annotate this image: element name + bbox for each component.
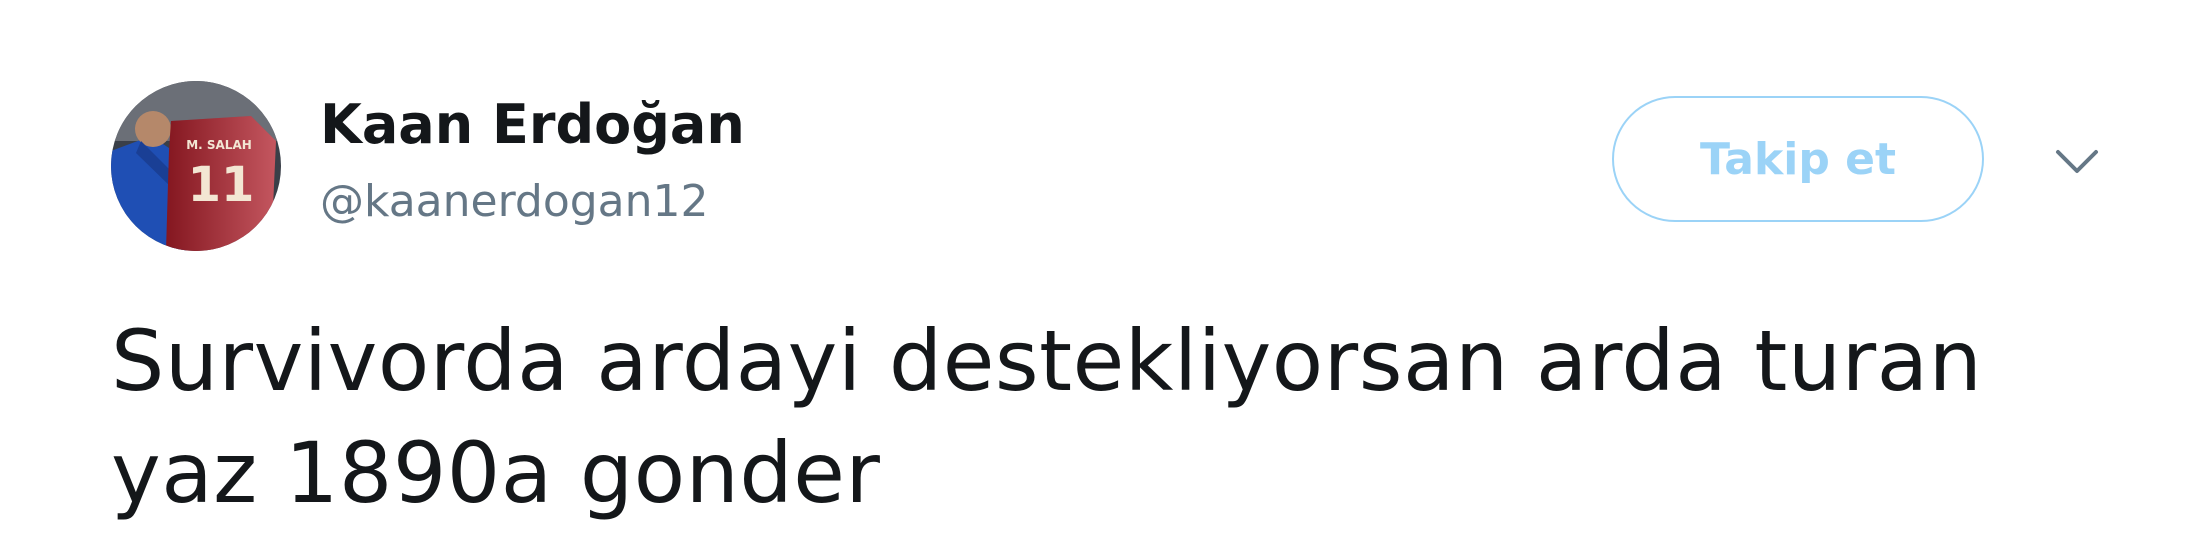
tweet-text: Survivorda ardayi destekliyorsan arda tu…: [111, 305, 2111, 529]
follow-button-label: Takip et: [1699, 133, 1897, 185]
chevron-down-icon: [2056, 150, 2098, 173]
user-handle[interactable]: @kaanerdogan12: [320, 172, 709, 232]
tweet-text-line: yaz 1890a gonder: [111, 424, 881, 522]
tweet-text-line: Survivorda ardayi destekliyorsan arda tu…: [111, 312, 1983, 410]
tweet-card: M. SALAH 11 Kaan Erdoğan @kaanerdogan12 …: [0, 0, 2212, 555]
display-name[interactable]: Kaan Erdoğan: [320, 90, 745, 160]
more-options-button[interactable]: [2052, 144, 2102, 178]
follow-button[interactable]: Takip et: [1612, 96, 1984, 222]
avatar-jersey-name: M. SALAH: [186, 138, 252, 152]
avatar-jersey-number: 11: [188, 157, 255, 213]
avatar-image: M. SALAH 11: [111, 81, 281, 251]
avatar[interactable]: M. SALAH 11: [111, 81, 281, 251]
